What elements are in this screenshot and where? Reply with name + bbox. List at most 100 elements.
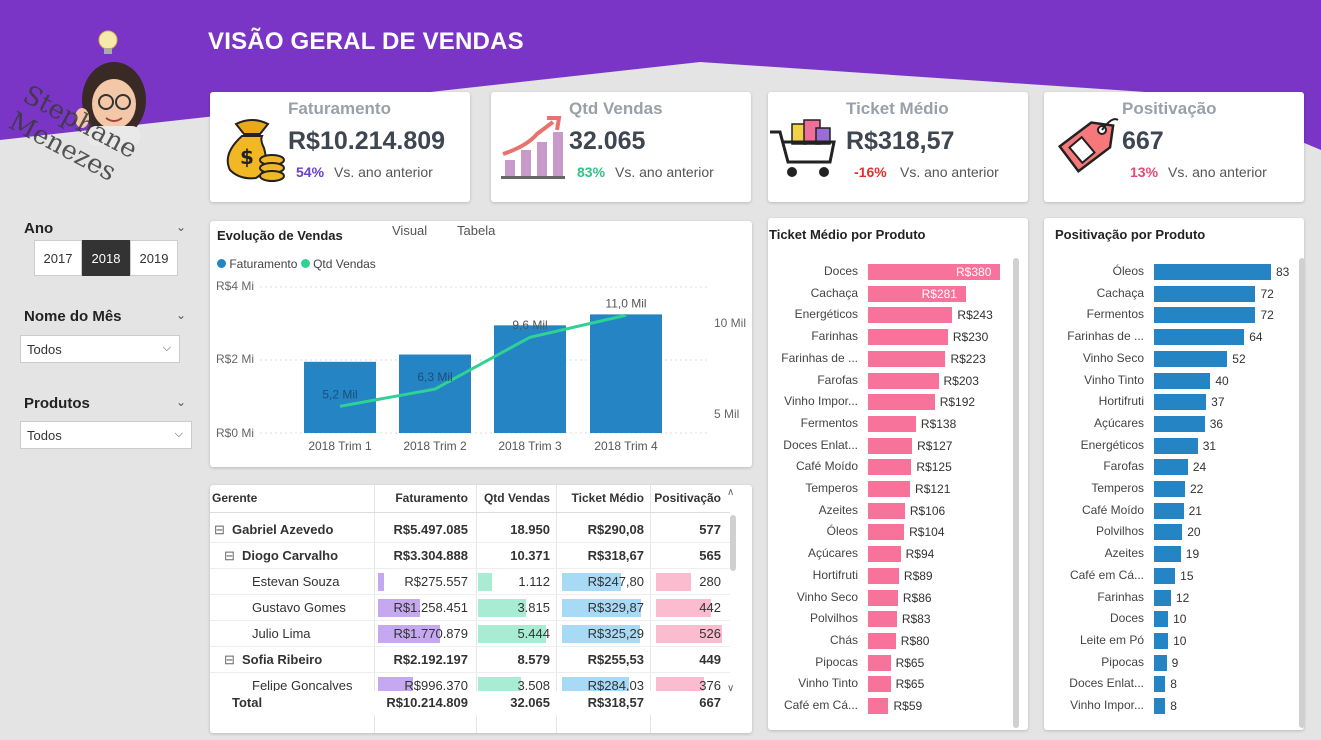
collapse-icon[interactable]: ⊟ <box>214 517 225 543</box>
column-header[interactable]: Faturamento <box>395 485 468 511</box>
data-label: 19 <box>1185 547 1200 562</box>
chevron-down-icon[interactable]: ⌄ <box>176 395 186 409</box>
cell-value: R$1.770.879 <box>393 626 468 641</box>
bar[interactable] <box>868 394 935 411</box>
month-dropdown[interactable]: Todos ⌵ <box>20 335 180 363</box>
bar[interactable] <box>1154 654 1167 671</box>
bar[interactable] <box>1154 437 1198 454</box>
cell-value: R$247,80 <box>587 574 644 589</box>
total-value: R$318,57 <box>587 695 644 710</box>
table-scrollbar[interactable] <box>730 515 736 571</box>
bar[interactable] <box>1154 372 1211 389</box>
bar[interactable] <box>1154 481 1185 497</box>
bar[interactable] <box>868 676 891 693</box>
bar[interactable] <box>868 459 912 476</box>
category-label: Pipocas <box>815 654 858 669</box>
chevron-down-icon[interactable]: ⌄ <box>176 308 186 322</box>
collapse-icon[interactable]: ⊟ <box>224 543 235 569</box>
scroll-up-icon[interactable]: ∧ <box>727 487 734 498</box>
table-row[interactable]: ⊟ Gabriel Azevedo R$5.497.085 18.950 R$290,0… <box>210 517 730 543</box>
bar[interactable] <box>868 698 889 714</box>
bar[interactable] <box>868 589 898 606</box>
cell-value: 3.815 <box>517 600 550 615</box>
bar[interactable] <box>1154 546 1181 563</box>
table-row[interactable]: Julio Lima R$1.770.879 5.444 R$325,29 526 <box>210 621 730 647</box>
data-label: 8 <box>1170 677 1177 692</box>
data-label: R$65 <box>895 677 925 692</box>
collapse-icon[interactable]: ⊟ <box>224 647 235 673</box>
column-header[interactable]: Qtd Vendas <box>484 485 550 511</box>
bar[interactable] <box>868 372 939 389</box>
kpi-label: Ticket Médio <box>846 99 949 118</box>
kpi-card-qtd-vendas: Qtd Vendas 32.065 83% Vs. ano anterior <box>491 92 751 202</box>
table-row[interactable]: ⊟ Diogo Carvalho R$3.304.888 10.371 R$318,67… <box>210 543 730 569</box>
bar[interactable] <box>1154 285 1256 302</box>
positivacao-panel: Positivação por Produto Óleos 83 Cachaça 72… <box>1044 218 1305 730</box>
bar[interactable] <box>1154 632 1169 649</box>
bar[interactable] <box>868 632 896 649</box>
bar[interactable] <box>1154 350 1228 367</box>
bar[interactable] <box>868 329 948 346</box>
bar[interactable] <box>868 567 899 584</box>
year-button-2017[interactable]: 2017 <box>34 240 82 276</box>
year-button-2018[interactable]: 2018 <box>82 240 130 276</box>
cell-value: 577 <box>699 522 721 537</box>
bar[interactable] <box>1154 567 1176 584</box>
scroll-down-icon[interactable]: ∨ <box>727 683 734 694</box>
table-row[interactable]: Gustavo Gomes R$1.258.451 3.815 R$329,87 442 <box>210 595 730 621</box>
panel-scrollbar[interactable] <box>1299 258 1305 728</box>
bar[interactable] <box>1154 589 1171 606</box>
bar[interactable] <box>1154 698 1166 714</box>
bar-faturamento[interactable] <box>590 314 662 433</box>
cell-value: 1.112 <box>518 574 550 589</box>
bar[interactable] <box>868 415 916 432</box>
bar[interactable] <box>868 611 897 628</box>
bar[interactable] <box>868 350 946 367</box>
category-label: Vinho Tinto <box>798 676 858 691</box>
products-dropdown[interactable]: Todos ⌵ <box>20 421 192 449</box>
bar[interactable] <box>868 307 953 324</box>
bar[interactable] <box>868 654 891 671</box>
column-header[interactable]: Positivação <box>654 485 721 511</box>
bar-faturamento[interactable] <box>494 325 566 433</box>
cell-value: 280 <box>699 574 721 589</box>
bar[interactable] <box>1154 307 1256 324</box>
cell-value: 5.444 <box>517 626 550 641</box>
row-label: Estevan Souza <box>252 574 340 589</box>
bar[interactable] <box>1154 264 1271 280</box>
bar[interactable] <box>1154 611 1169 628</box>
category-label: Energéticos <box>794 307 858 322</box>
line-qtd-vendas[interactable] <box>339 313 627 408</box>
table-row[interactable]: ⊟ Sofia Ribeiro R$2.192.197 8.579 R$255,53 44… <box>210 647 730 673</box>
bar[interactable] <box>868 481 911 497</box>
data-label: 15 <box>1180 568 1194 583</box>
column-header[interactable]: Ticket Médio <box>572 485 644 511</box>
bar[interactable] <box>1154 676 1166 693</box>
category-label: Doces Enlat... <box>783 437 858 452</box>
header-gerente[interactable]: Gerente <box>212 485 257 511</box>
bar[interactable] <box>1154 524 1183 541</box>
bar[interactable] <box>1154 459 1188 476</box>
year-button-2019[interactable]: 2019 <box>130 240 178 276</box>
table-total-row: Total R$10.214.809 32.065 R$318,57 667 <box>210 691 730 715</box>
panel-scrollbar[interactable] <box>1013 258 1019 728</box>
cell-value: 449 <box>699 652 721 667</box>
category-label: Fermentos <box>800 415 858 430</box>
chevron-down-icon[interactable]: ⌄ <box>176 220 186 234</box>
bar[interactable] <box>868 546 901 563</box>
bar[interactable] <box>868 524 905 541</box>
category-label: Vinho Impor... <box>1070 698 1144 712</box>
bar[interactable] <box>868 437 913 454</box>
evolution-chart-panel: Evolução de Vendas Visual Tabela Faturam… <box>210 221 752 467</box>
cell-value: R$1.258.451 <box>393 600 468 615</box>
data-label: R$94 <box>905 547 935 562</box>
bar[interactable] <box>1154 502 1184 519</box>
bar[interactable] <box>1154 394 1207 411</box>
data-label: R$89 <box>903 568 933 583</box>
bar[interactable] <box>1154 329 1245 346</box>
table-row[interactable]: Estevan Souza R$275.557 1.112 R$247,80 280 <box>210 569 730 595</box>
category-label: Azeites <box>818 502 858 517</box>
data-label: 10 <box>1173 633 1187 648</box>
bar[interactable] <box>1154 415 1205 432</box>
bar[interactable] <box>868 502 905 519</box>
